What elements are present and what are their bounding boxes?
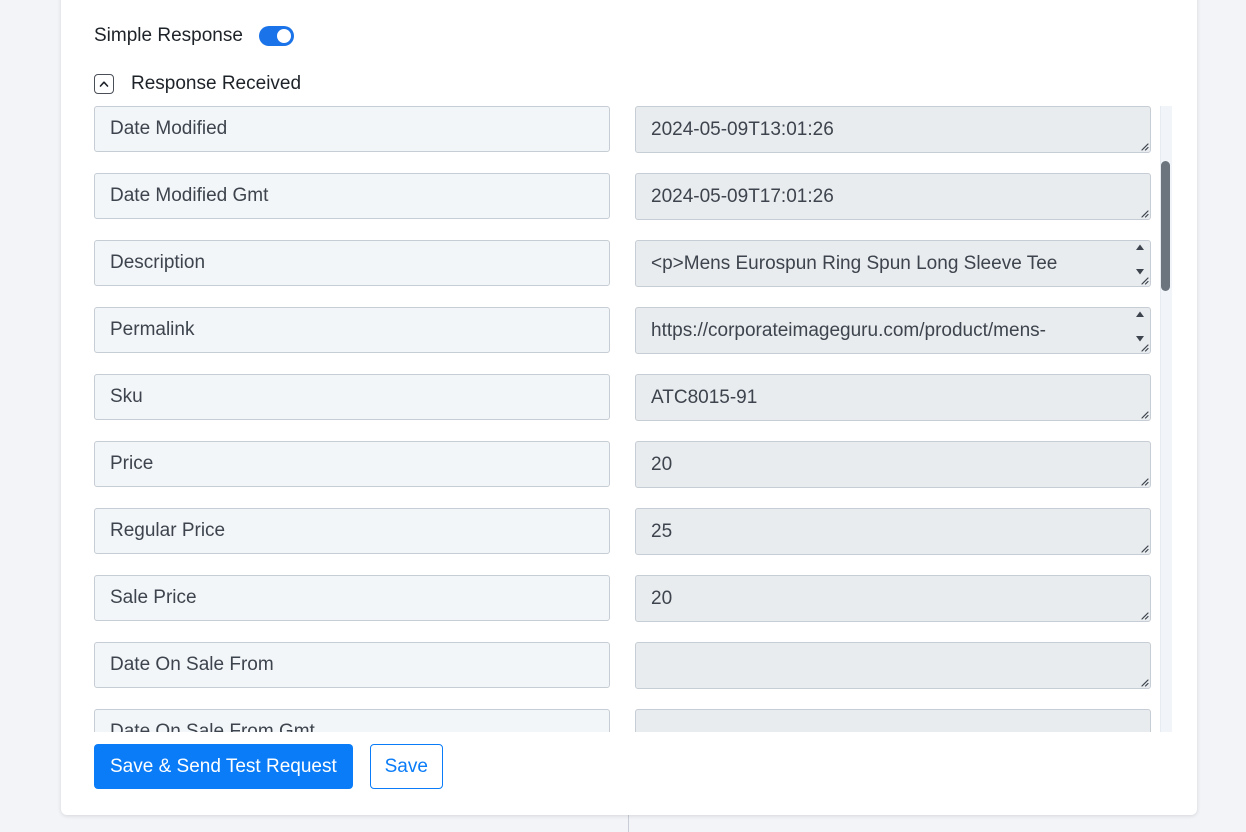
response-row: Regular Price 25 <box>94 504 1154 571</box>
response-row: Date On Sale From <box>94 638 1154 705</box>
response-row: Date Modified 2024-05-09T13:01:26 <box>94 106 1154 169</box>
response-value-text: <p>Mens Eurospun Ring Spun Long Sleeve T… <box>651 252 1058 274</box>
simple-response-row: Simple Response <box>94 22 294 50</box>
response-key-field[interactable]: Regular Price <box>94 508 610 554</box>
toggle-knob <box>276 29 291 43</box>
simple-response-toggle[interactable] <box>258 26 294 46</box>
response-key-field[interactable]: Permalink <box>94 307 610 353</box>
save-button[interactable]: Save <box>369 744 443 789</box>
collapse-button[interactable] <box>94 74 114 94</box>
response-value-field[interactable] <box>635 642 1151 689</box>
response-key-field[interactable]: Date Modified <box>94 106 610 152</box>
response-key-field[interactable]: Date Modified Gmt <box>94 173 610 219</box>
action-bar: Save & Send Test Request Save <box>94 744 443 789</box>
resize-handle-icon[interactable] <box>1139 476 1149 486</box>
response-value-field[interactable]: 20 <box>635 441 1151 488</box>
resize-handle-icon[interactable] <box>1139 208 1149 218</box>
response-value-text: https://corporateimageguru.com/product/m… <box>651 319 1046 341</box>
response-rows: Date Modified 2024-05-09T13:01:26 Date Mod… <box>94 106 1154 732</box>
response-value-text: 2024-05-09T17:01:26 <box>651 185 834 207</box>
response-fields-list: Date Modified 2024-05-09T13:01:26 Date Mod… <box>94 106 1172 732</box>
response-key-field[interactable]: Sku <box>94 374 610 420</box>
response-key-field[interactable]: Date On Sale From Gmt <box>94 709 610 732</box>
resize-handle-icon[interactable] <box>1139 677 1149 687</box>
response-key-field[interactable]: Sale Price <box>94 575 610 621</box>
response-received-label: Response Received <box>131 73 302 94</box>
response-key-field[interactable]: Price <box>94 441 610 487</box>
response-value-text: ATC8015-91 <box>651 386 758 408</box>
spinner-arrows[interactable] <box>1131 310 1149 343</box>
response-value-field[interactable] <box>635 709 1151 732</box>
chevron-up-icon <box>99 81 109 87</box>
response-row: Date On Sale From Gmt <box>94 705 1154 732</box>
response-value-field[interactable]: 2024-05-09T17:01:26 <box>635 173 1151 220</box>
spinner-arrows[interactable] <box>1131 243 1149 276</box>
response-value-field[interactable]: 20 <box>635 575 1151 622</box>
response-key-field[interactable]: Date On Sale From <box>94 642 610 688</box>
response-value-field[interactable]: 25 <box>635 508 1151 555</box>
response-row: Description <p>Mens Eurospun Ring Spun Lo… <box>94 236 1154 303</box>
scrollbar-thumb[interactable] <box>1161 161 1170 291</box>
arrow-up-icon <box>1136 311 1144 317</box>
response-row: Price 20 <box>94 437 1154 504</box>
response-row: Permalink https://corporateimageguru.com/… <box>94 303 1154 370</box>
response-value-field[interactable]: https://corporateimageguru.com/product/m… <box>635 307 1151 354</box>
response-value-field[interactable]: ATC8015-91 <box>635 374 1151 421</box>
response-value-text: 20 <box>651 587 673 609</box>
response-key-field[interactable]: Description <box>94 240 610 286</box>
resize-handle-icon[interactable] <box>1139 409 1149 419</box>
resize-handle-icon[interactable] <box>1139 543 1149 553</box>
resize-handle-icon[interactable] <box>1139 610 1149 620</box>
response-row: Date Modified Gmt 2024-05-09T17:01:26 <box>94 169 1154 236</box>
resize-handle-icon[interactable] <box>1139 342 1149 352</box>
arrow-up-icon <box>1136 244 1144 250</box>
response-value-field[interactable]: <p>Mens Eurospun Ring Spun Long Sleeve T… <box>635 240 1151 287</box>
response-value-text: 20 <box>651 453 673 475</box>
response-value-text: 25 <box>651 520 673 542</box>
resize-handle-icon[interactable] <box>1139 141 1149 151</box>
response-value-text: 2024-05-09T13:01:26 <box>651 118 834 140</box>
response-row: Sku ATC8015-91 <box>94 370 1154 437</box>
response-received-header: Response Received <box>94 70 301 98</box>
response-value-field[interactable]: 2024-05-09T13:01:26 <box>635 106 1151 153</box>
response-row: Sale Price 20 <box>94 571 1154 638</box>
simple-response-label: Simple Response <box>94 25 243 46</box>
resize-handle-icon[interactable] <box>1139 275 1149 285</box>
save-send-test-button[interactable]: Save & Send Test Request <box>94 744 353 789</box>
